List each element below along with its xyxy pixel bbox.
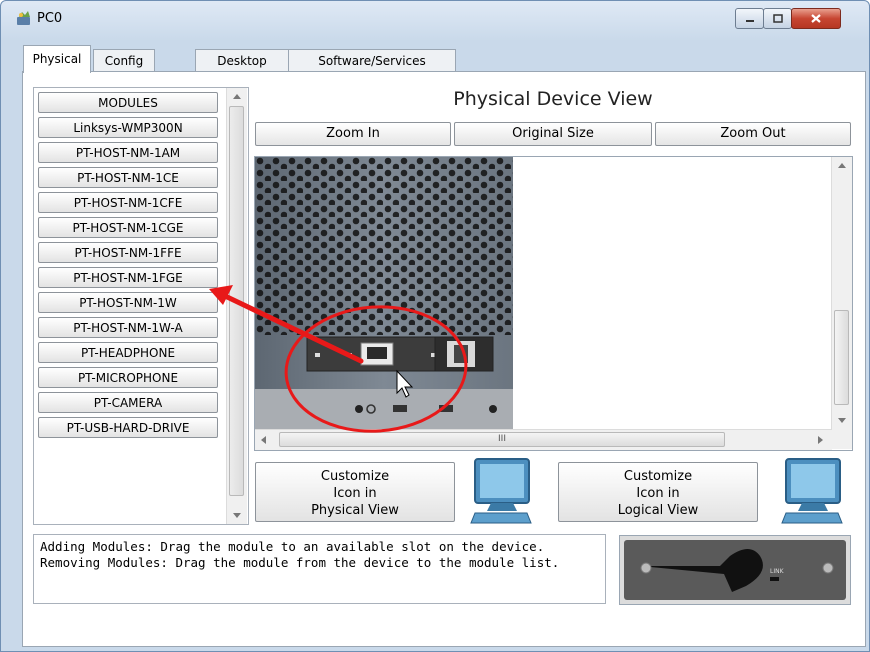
zoom-out-button[interactable]: Zoom Out (655, 122, 851, 146)
logical-view-pc-icon (781, 458, 843, 524)
module-item-pt-host-nm-1am[interactable]: PT-HOST-NM-1AM (38, 142, 218, 163)
module-preview-image: LINK (619, 535, 851, 605)
physical-device-viewer[interactable]: III (254, 156, 853, 451)
module-item-pt-host-nm-1w-a[interactable]: PT-HOST-NM-1W-A (38, 317, 218, 338)
pc-rear-panel[interactable] (255, 157, 513, 429)
title-bar[interactable]: PC0 (1, 1, 869, 37)
viewer-scroll-down-icon[interactable] (838, 418, 846, 423)
close-button[interactable] (791, 8, 841, 29)
physical-device-view-title: Physical Device View (453, 88, 653, 110)
original-size-button[interactable]: Original Size (454, 122, 652, 146)
window-title: PC0 (37, 11, 63, 26)
customize-logical-line3: Logical View (617, 503, 699, 518)
network-device-icon (17, 11, 30, 25)
maximize-button[interactable] (763, 8, 792, 29)
tab-physical[interactable]: Physical (23, 45, 91, 73)
module-item-pt-host-nm-1cge[interactable]: PT-HOST-NM-1CGE (38, 217, 218, 238)
minimize-icon (745, 19, 754, 22)
customize-physical-line3: Physical View (311, 503, 399, 518)
link-label: LINK (770, 568, 785, 575)
module-item-linksys-wmp300n[interactable]: Linksys-WMP300N (38, 117, 218, 138)
viewer-vertical-scrollbar[interactable] (831, 157, 852, 429)
customize-physical-line1: Customize (320, 469, 390, 484)
module-item-pt-host-nm-1ce[interactable]: PT-HOST-NM-1CE (38, 167, 218, 188)
viewer-vscroll-thumb[interactable] (834, 310, 849, 405)
module-item-pt-microphone[interactable]: PT-MICROPHONE (38, 367, 218, 388)
module-list: MODULES Linksys-WMP300N PT-HOST-NM-1AM P… (33, 87, 249, 525)
minimize-button[interactable] (735, 8, 764, 29)
module-item-pt-host-nm-1fge[interactable]: PT-HOST-NM-1FGE (38, 267, 218, 288)
mic-port-icon (489, 405, 497, 413)
customize-logical-line2: Icon in (636, 486, 680, 501)
module-header-button[interactable]: MODULES (38, 92, 218, 113)
module-info-text: Adding Modules: Drag the module to an av… (33, 534, 606, 604)
viewer-scroll-up-icon[interactable] (838, 163, 846, 168)
info-line-adding: Adding Modules: Drag the module to an av… (40, 539, 545, 554)
maximize-icon (772, 13, 783, 23)
customize-logical-icon-button[interactable]: Customize Icon in Logical View (558, 462, 758, 522)
usb-port-icon (393, 405, 407, 412)
pc0-window: PC0 Physical Config Desktop Software/Ser… (0, 0, 870, 652)
scroll-left-icon[interactable] (261, 436, 267, 444)
tab-software-services[interactable]: Software/Services (288, 49, 456, 72)
viewer-horizontal-scrollbar[interactable]: III (255, 429, 832, 450)
physical-tab-panel: MODULES Linksys-WMP300N PT-HOST-NM-1AM P… (22, 71, 866, 647)
info-line-removing: Removing Modules: Drag the module from t… (40, 555, 560, 570)
module-preview-icon: LINK (620, 536, 850, 604)
zoom-in-button[interactable]: Zoom In (255, 122, 451, 146)
module-item-pt-host-nm-1ffe[interactable]: PT-HOST-NM-1FFE (38, 242, 218, 263)
module-item-pt-usb-hard-drive[interactable]: PT-USB-HARD-DRIVE (38, 417, 218, 438)
scroll-down-icon[interactable] (233, 513, 241, 518)
scroll-up-icon[interactable] (233, 94, 241, 99)
module-item-pt-host-nm-1w[interactable]: PT-HOST-NM-1W (38, 292, 218, 313)
module-item-pt-headphone[interactable]: PT-HEADPHONE (38, 342, 218, 363)
module-item-pt-host-nm-1cfe[interactable]: PT-HOST-NM-1CFE (38, 192, 218, 213)
physical-view-pc-icon (470, 458, 532, 524)
audio-out-port-icon (355, 405, 363, 413)
tab-desktop[interactable]: Desktop (195, 49, 289, 72)
viewer-hscroll-thumb[interactable]: III (279, 432, 725, 447)
customize-logical-line1: Customize (623, 469, 693, 484)
close-icon (811, 14, 821, 23)
module-item-pt-camera[interactable]: PT-CAMERA (38, 392, 218, 413)
scrollbar-corner (832, 429, 852, 449)
tab-config[interactable]: Config (93, 49, 155, 72)
module-list-scroll-thumb[interactable] (229, 106, 244, 496)
scroll-right-icon[interactable] (818, 436, 824, 444)
customize-physical-line2: Icon in (333, 486, 377, 501)
module-list-scrollbar[interactable] (226, 88, 247, 524)
customize-physical-icon-button[interactable]: Customize Icon in Physical View (255, 462, 455, 522)
